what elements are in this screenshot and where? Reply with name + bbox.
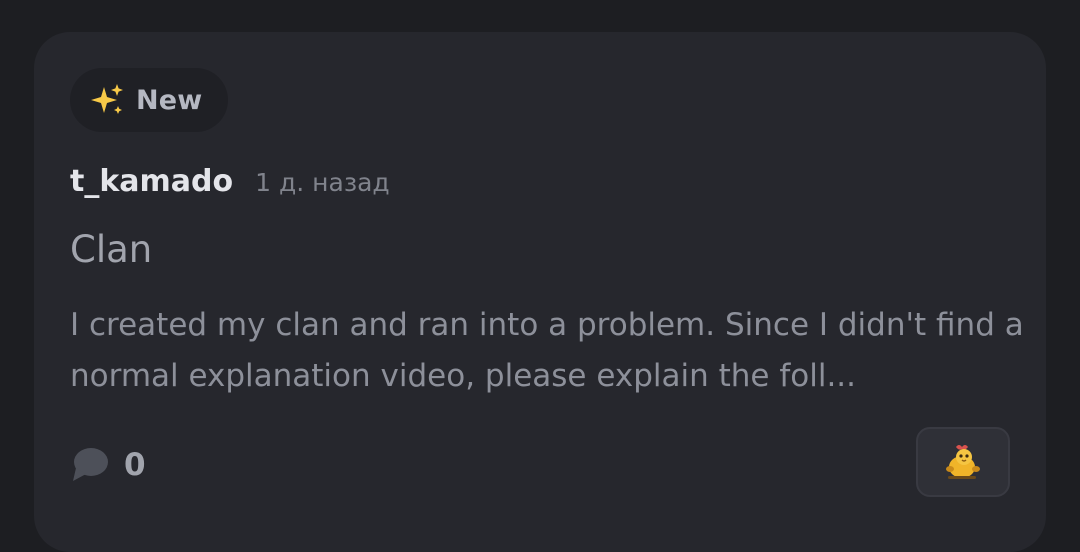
- forum-post-card[interactable]: New t_kamado 1 д. назад Clan I created m…: [34, 32, 1046, 552]
- badge-label: New: [136, 84, 203, 116]
- post-meta: t_kamado 1 д. назад: [70, 164, 390, 199]
- sparkles-icon: [91, 84, 123, 114]
- comment-icon: [73, 448, 108, 481]
- reaction-button[interactable]: [916, 427, 1010, 497]
- post-title[interactable]: Clan: [70, 228, 152, 271]
- new-badge: New: [70, 68, 229, 132]
- post-time: 1 д. назад: [255, 168, 390, 197]
- author-name[interactable]: t_kamado: [70, 164, 233, 199]
- post-preview: I created my clan and ran into a problem…: [70, 307, 1024, 394]
- comment-counter[interactable]: 0: [70, 446, 146, 484]
- comment-count: 0: [124, 447, 146, 483]
- sticker-emoji-icon: [946, 445, 980, 479]
